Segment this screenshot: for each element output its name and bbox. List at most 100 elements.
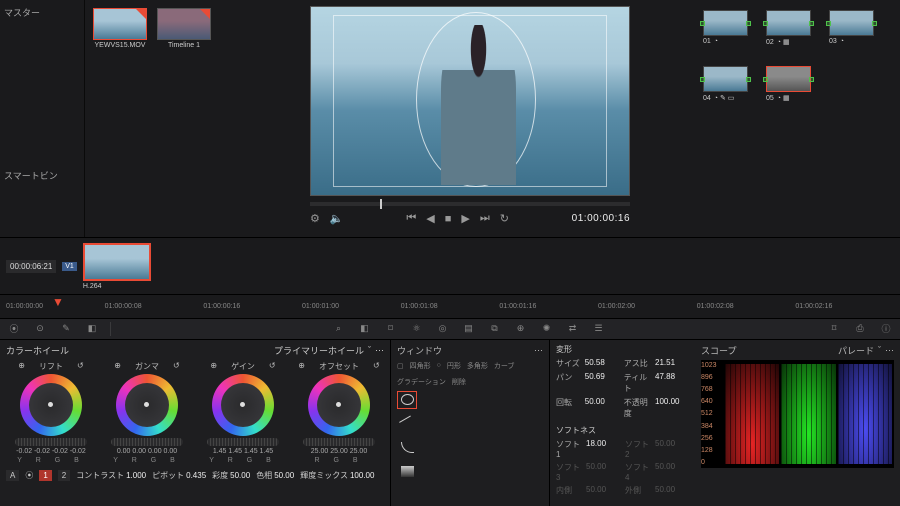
reset-icon[interactable]: ↺	[77, 361, 84, 372]
viewer-scrubber[interactable]	[310, 202, 630, 206]
dots-icon[interactable]: ⋯	[375, 345, 384, 356]
keyframe-panel-icon[interactable]: ⌑	[826, 321, 842, 337]
window-shape-gradient[interactable]	[397, 463, 417, 481]
tool-icon[interactable]: ⦿	[6, 321, 22, 337]
reset-icon[interactable]: ↺	[269, 361, 276, 372]
reset-icon[interactable]: ⊕	[114, 361, 121, 372]
palette-icon[interactable]: ✺	[539, 321, 555, 337]
node-graph[interactable]: 01◔ 02◔ ▦ 03◔ 04◔ ✎ ▭ 05◔ ▦	[685, 0, 900, 237]
param-value[interactable]: 50.00	[655, 439, 689, 459]
dots-icon[interactable]: ⋯	[885, 345, 894, 356]
gain-wheel[interactable]	[212, 374, 274, 436]
chevron-down-icon[interactable]: ˇ	[368, 345, 371, 355]
page-1-button[interactable]: 1	[39, 470, 51, 481]
color-node[interactable]: 02◔ ▦	[766, 10, 811, 46]
window-tab[interactable]: グラデーション	[397, 377, 446, 387]
lift-wheel[interactable]	[20, 374, 82, 436]
tool-icon[interactable]: ✎	[58, 321, 74, 337]
viewer-options-icon[interactable]: ⚙	[310, 212, 320, 225]
smartbin-label[interactable]: スマートビン	[4, 169, 80, 182]
stop-icon[interactable]: ■	[445, 213, 452, 225]
window-tab[interactable]: 円形	[447, 361, 461, 371]
step-back-icon[interactable]: ◀	[426, 212, 434, 225]
palette-icon[interactable]: ⧉	[487, 321, 503, 337]
window-shape-curve[interactable]	[397, 439, 417, 457]
reset-icon[interactable]: ↺	[373, 361, 380, 372]
palette-icon[interactable]: ◧	[357, 321, 373, 337]
window-shape-circle[interactable]	[397, 391, 417, 409]
reset-icon[interactable]: ⊕	[18, 361, 25, 372]
gain-jog[interactable]	[207, 438, 279, 446]
param-value[interactable]: 18.00	[586, 439, 620, 459]
reset-icon[interactable]: ⊕	[210, 361, 217, 372]
color-node-selected[interactable]: 05◔ ▦	[766, 66, 811, 102]
palette-icon[interactable]: ⊕	[513, 321, 529, 337]
loop-icon[interactable]: ↻	[500, 212, 509, 225]
clip-thumb[interactable]: YEWVS15.MOV	[93, 8, 147, 49]
color-node[interactable]: 04◔ ✎ ▭	[703, 66, 748, 102]
param-value[interactable]: 50.58	[585, 358, 619, 369]
gamma-jog[interactable]	[111, 438, 183, 446]
param-value[interactable]: 50.00	[655, 485, 689, 496]
dots-icon[interactable]: ⋯	[534, 345, 543, 356]
reset-icon[interactable]: ↺	[173, 361, 180, 372]
gamma-wheel[interactable]	[116, 374, 178, 436]
palette-icon[interactable]: ◎	[435, 321, 451, 337]
wheel-values[interactable]: 25.00 25.00 25.00	[302, 448, 376, 455]
shape-rect-icon[interactable]: ▢	[397, 362, 404, 370]
saturation-value[interactable]: 50.00	[230, 471, 250, 480]
picker-icon[interactable]: ⦿	[25, 470, 33, 481]
lummix-value[interactable]: 100.00	[350, 471, 374, 480]
audio-icon[interactable]: 🔈	[330, 212, 344, 225]
play-icon[interactable]: ▶	[461, 212, 469, 225]
delete-button[interactable]: 削除	[452, 377, 466, 387]
tool-icon[interactable]: ⊙	[32, 321, 48, 337]
window-shape-linear[interactable]	[397, 415, 417, 433]
param-value[interactable]: 47.88	[655, 372, 689, 394]
palette-icon[interactable]: ⚛	[409, 321, 425, 337]
parade-scope[interactable]: 10238967686405123842561280	[701, 360, 894, 468]
palette-icon[interactable]: ☰	[591, 321, 607, 337]
offset-wheel[interactable]	[308, 374, 370, 436]
tool-icon[interactable]: ◧	[84, 321, 100, 337]
hue-value[interactable]: 50.00	[274, 471, 294, 480]
viewer-canvas[interactable]	[310, 6, 630, 196]
param-value[interactable]: 50.00	[586, 485, 620, 496]
palette-icon[interactable]: ⌑	[383, 321, 399, 337]
clip-thumb-large[interactable]: H.264	[83, 243, 151, 290]
param-value[interactable]: 50.69	[585, 372, 619, 394]
color-node[interactable]: 03◔	[829, 10, 874, 46]
window-tab[interactable]: カーブ	[494, 361, 515, 371]
scope-toggle-icon[interactable]: ⎙	[852, 321, 868, 337]
param-value[interactable]: 50.00	[585, 397, 619, 419]
shape-circle-icon[interactable]: ○	[437, 362, 441, 369]
info-icon[interactable]: ⓘ	[878, 321, 894, 337]
master-bin-label[interactable]: マスター	[4, 6, 80, 19]
clip-timecode-chip[interactable]: 00:00:06:21	[6, 260, 56, 273]
wheel-values[interactable]: 1.45 1.45 1.45 1.45	[206, 448, 280, 455]
page-2-button[interactable]: 2	[58, 470, 70, 481]
scope-mode-select[interactable]: パレード	[838, 344, 874, 357]
viewer-timecode[interactable]: 01:00:00:16	[572, 213, 630, 224]
palette-icon[interactable]: ⌕	[331, 321, 347, 337]
chevron-down-icon[interactable]: ˇ	[878, 345, 881, 355]
auto-balance-button[interactable]: A	[6, 470, 19, 481]
param-value[interactable]: 50.00	[586, 462, 620, 482]
palette-icon[interactable]: ▤	[461, 321, 477, 337]
wheel-mode-select[interactable]: プライマリーホイール	[274, 344, 364, 357]
lift-jog[interactable]	[15, 438, 87, 446]
offset-jog[interactable]	[303, 438, 375, 446]
param-value[interactable]: 50.00	[655, 462, 689, 482]
go-first-icon[interactable]: ⏮	[406, 212, 416, 225]
timeline-ruler[interactable]: ▼ 01:00:00:00 01:00:00:08 01:00:00:16 01…	[0, 295, 900, 318]
contrast-value[interactable]: 1.000	[126, 471, 146, 480]
go-last-icon[interactable]: ⏭	[480, 212, 490, 225]
window-tab[interactable]: 四角形	[410, 361, 431, 371]
pivot-value[interactable]: 0.435	[186, 471, 206, 480]
window-tab[interactable]: 多角形	[467, 361, 488, 371]
wheel-values[interactable]: -0.02 -0.02 -0.02 -0.02	[14, 448, 88, 455]
param-value[interactable]: 100.00	[655, 397, 689, 419]
param-value[interactable]: 21.51	[655, 358, 689, 369]
playhead-icon[interactable]: ▼	[52, 295, 64, 309]
reset-icon[interactable]: ⊕	[298, 361, 305, 372]
